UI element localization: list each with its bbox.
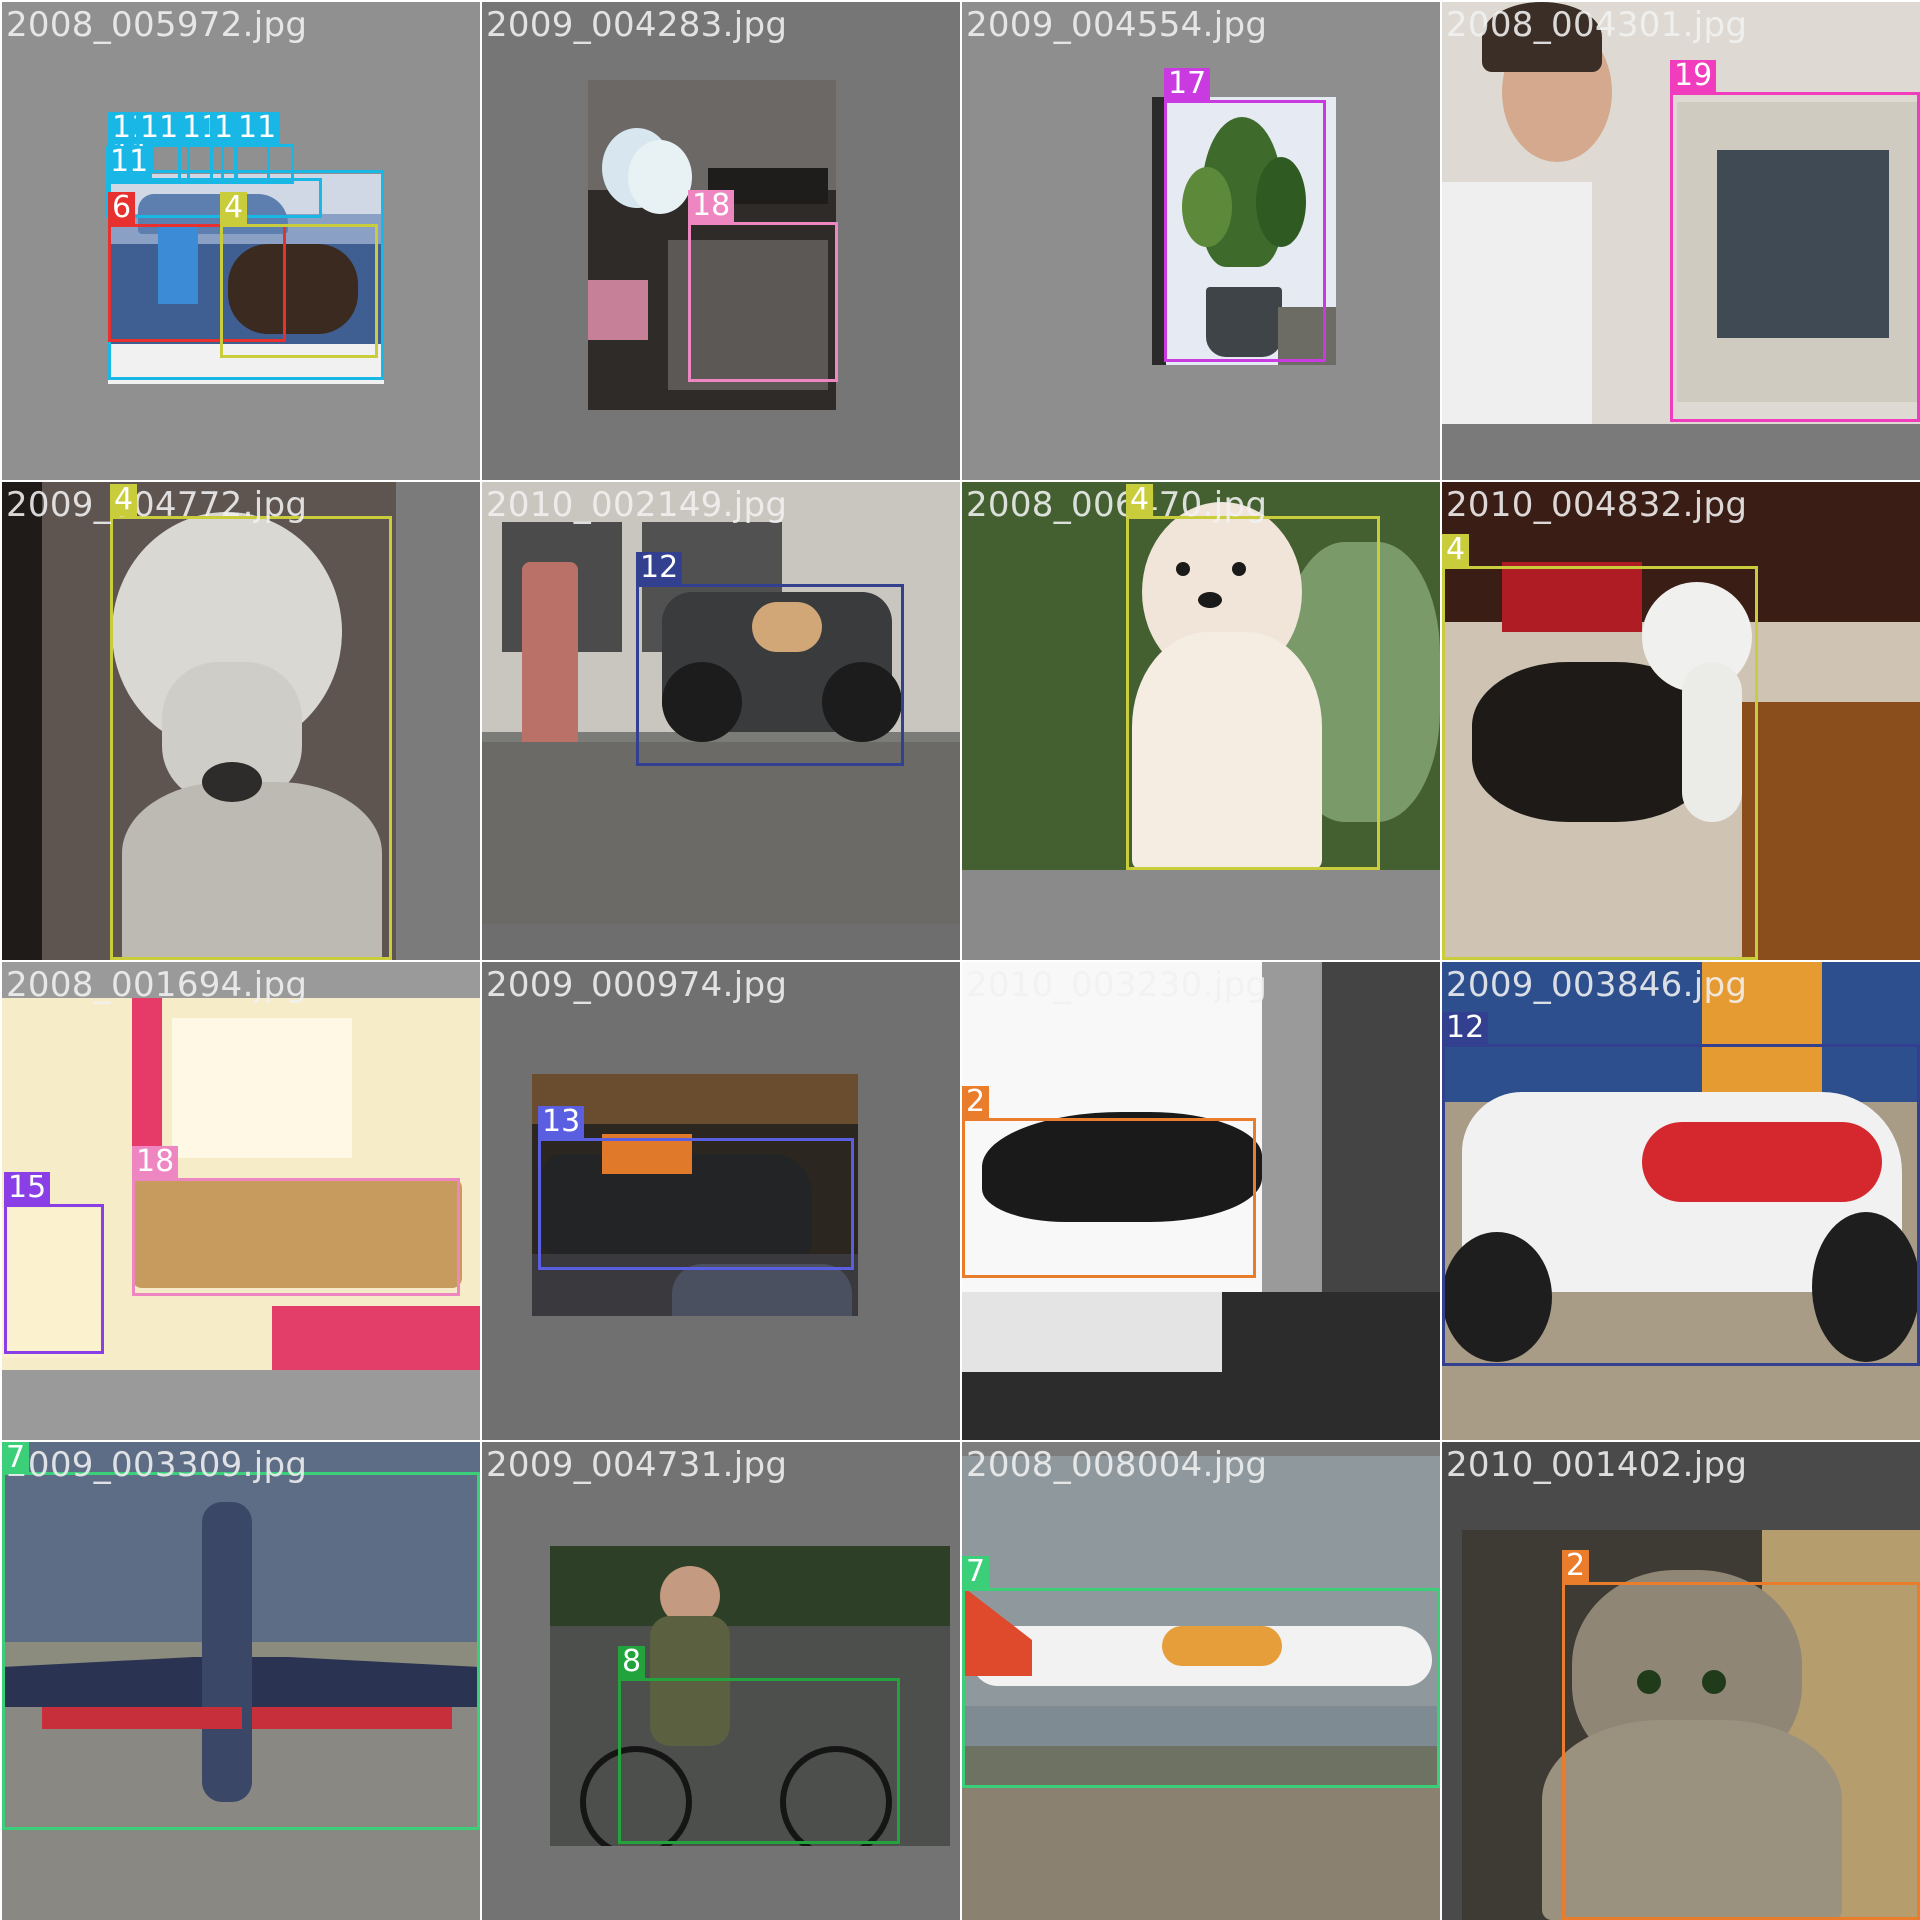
filename-label: 2009_004731.jpg [486,1445,788,1485]
mosaic-tile: 2008_001694.jpg 15 18 [2,962,480,1440]
filename-label: 2008_004301.jpg [1446,5,1748,45]
bounding-box [962,1118,1256,1278]
class-label-tag: 11 [136,112,183,144]
filename-label: 2008_005972.jpg [6,5,308,45]
mosaic-tile: 2009_004731.jpg 8 [482,1442,960,1920]
image-mosaic-grid: 2008_005972.jpg 1111111111111164 2009_00… [0,0,1920,1920]
class-label-tag: 11 [234,112,281,144]
mosaic-tile: 2008_008004.jpg 7 [962,1442,1440,1920]
bounding-box [106,178,322,218]
bounding-box [1164,100,1326,362]
class-label-tag: 6 [108,192,136,224]
mosaic-tile: 2010_002149.jpg 12 [482,482,960,960]
class-label-tag: 7 [962,1556,990,1588]
class-label-tag: 4 [220,192,248,224]
class-label-tag: 18 [688,190,735,222]
mosaic-tile: 2009_004554.jpg 17 [962,2,1440,480]
class-label-tag: 11 [106,146,153,178]
mosaic-tile: 2009_004772.jpg 4 [2,482,480,960]
filename-label: 2008_006470.jpg [966,485,1268,525]
mosaic-tile: 2010_003230.jpg 2 [962,962,1440,1440]
mosaic-tile: 2010_004832.jpg 4 [1442,482,1920,960]
class-label-tag: 12 [636,552,683,584]
class-label-tag: 13 [538,1106,585,1138]
bounding-box [538,1138,854,1270]
class-label-tag: 2 [1562,1550,1590,1582]
filename-label: 2009_004283.jpg [486,5,788,45]
class-label-tag: 2 [962,1086,990,1118]
class-label-tag: 7 [2,1442,30,1474]
class-label-tag: 4 [110,484,138,516]
bounding-box [110,516,392,960]
bounding-box [4,1204,104,1354]
mosaic-tile: 2008_004301.jpg 19 [1442,2,1920,480]
class-label-tag: 4 [1442,534,1470,566]
filename-label: 2008_008004.jpg [966,1445,1268,1485]
class-label-tag: 17 [1164,68,1211,100]
mosaic-tile: 2009_003846.jpg 12 [1442,962,1920,1440]
filename-label: 2009_003846.jpg [1446,965,1748,1005]
filename-label: 2010_003230.jpg [966,965,1268,1005]
mosaic-tile: 2008_005972.jpg 1111111111111164 [2,2,480,480]
bounding-box [132,1178,460,1296]
filename-label: 2009_003309.jpg [6,1445,308,1485]
bounding-box [1562,1582,1920,1920]
bounding-box [636,584,904,766]
filename-label: 2008_001694.jpg [6,965,308,1005]
bounding-box [1670,92,1920,422]
bounding-box [1442,1044,1920,1366]
mosaic-tile: 2010_001402.jpg 2 [1442,1442,1920,1920]
class-label-tag: 8 [618,1646,646,1678]
mosaic-tile: 2008_006470.jpg 4 [962,482,1440,960]
class-label-tag: 18 [132,1146,179,1178]
filename-label: 2009_000974.jpg [486,965,788,1005]
bounding-box [1442,566,1758,960]
bounding-box [962,1588,1440,1788]
class-label-tag: 4 [1126,484,1154,516]
filename-label: 2010_002149.jpg [486,485,788,525]
class-label-tag: 15 [4,1172,51,1204]
mosaic-tile: 2009_003309.jpg 7 [2,1442,480,1920]
mosaic-tile: 2009_000974.jpg 13 [482,962,960,1440]
filename-label: 2009_004772.jpg [6,485,308,525]
mosaic-tile: 2009_004283.jpg 18 [482,2,960,480]
filename-label: 2009_004554.jpg [966,5,1268,45]
bounding-box [1126,516,1380,870]
filename-label: 2010_001402.jpg [1446,1445,1748,1485]
bounding-box [688,222,838,382]
bounding-box [220,224,378,358]
class-label-tag: 19 [1670,60,1717,92]
class-label-tag: 12 [1442,1012,1489,1044]
bounding-box [2,1472,480,1830]
bounding-box [618,1678,900,1844]
filename-label: 2010_004832.jpg [1446,485,1748,525]
